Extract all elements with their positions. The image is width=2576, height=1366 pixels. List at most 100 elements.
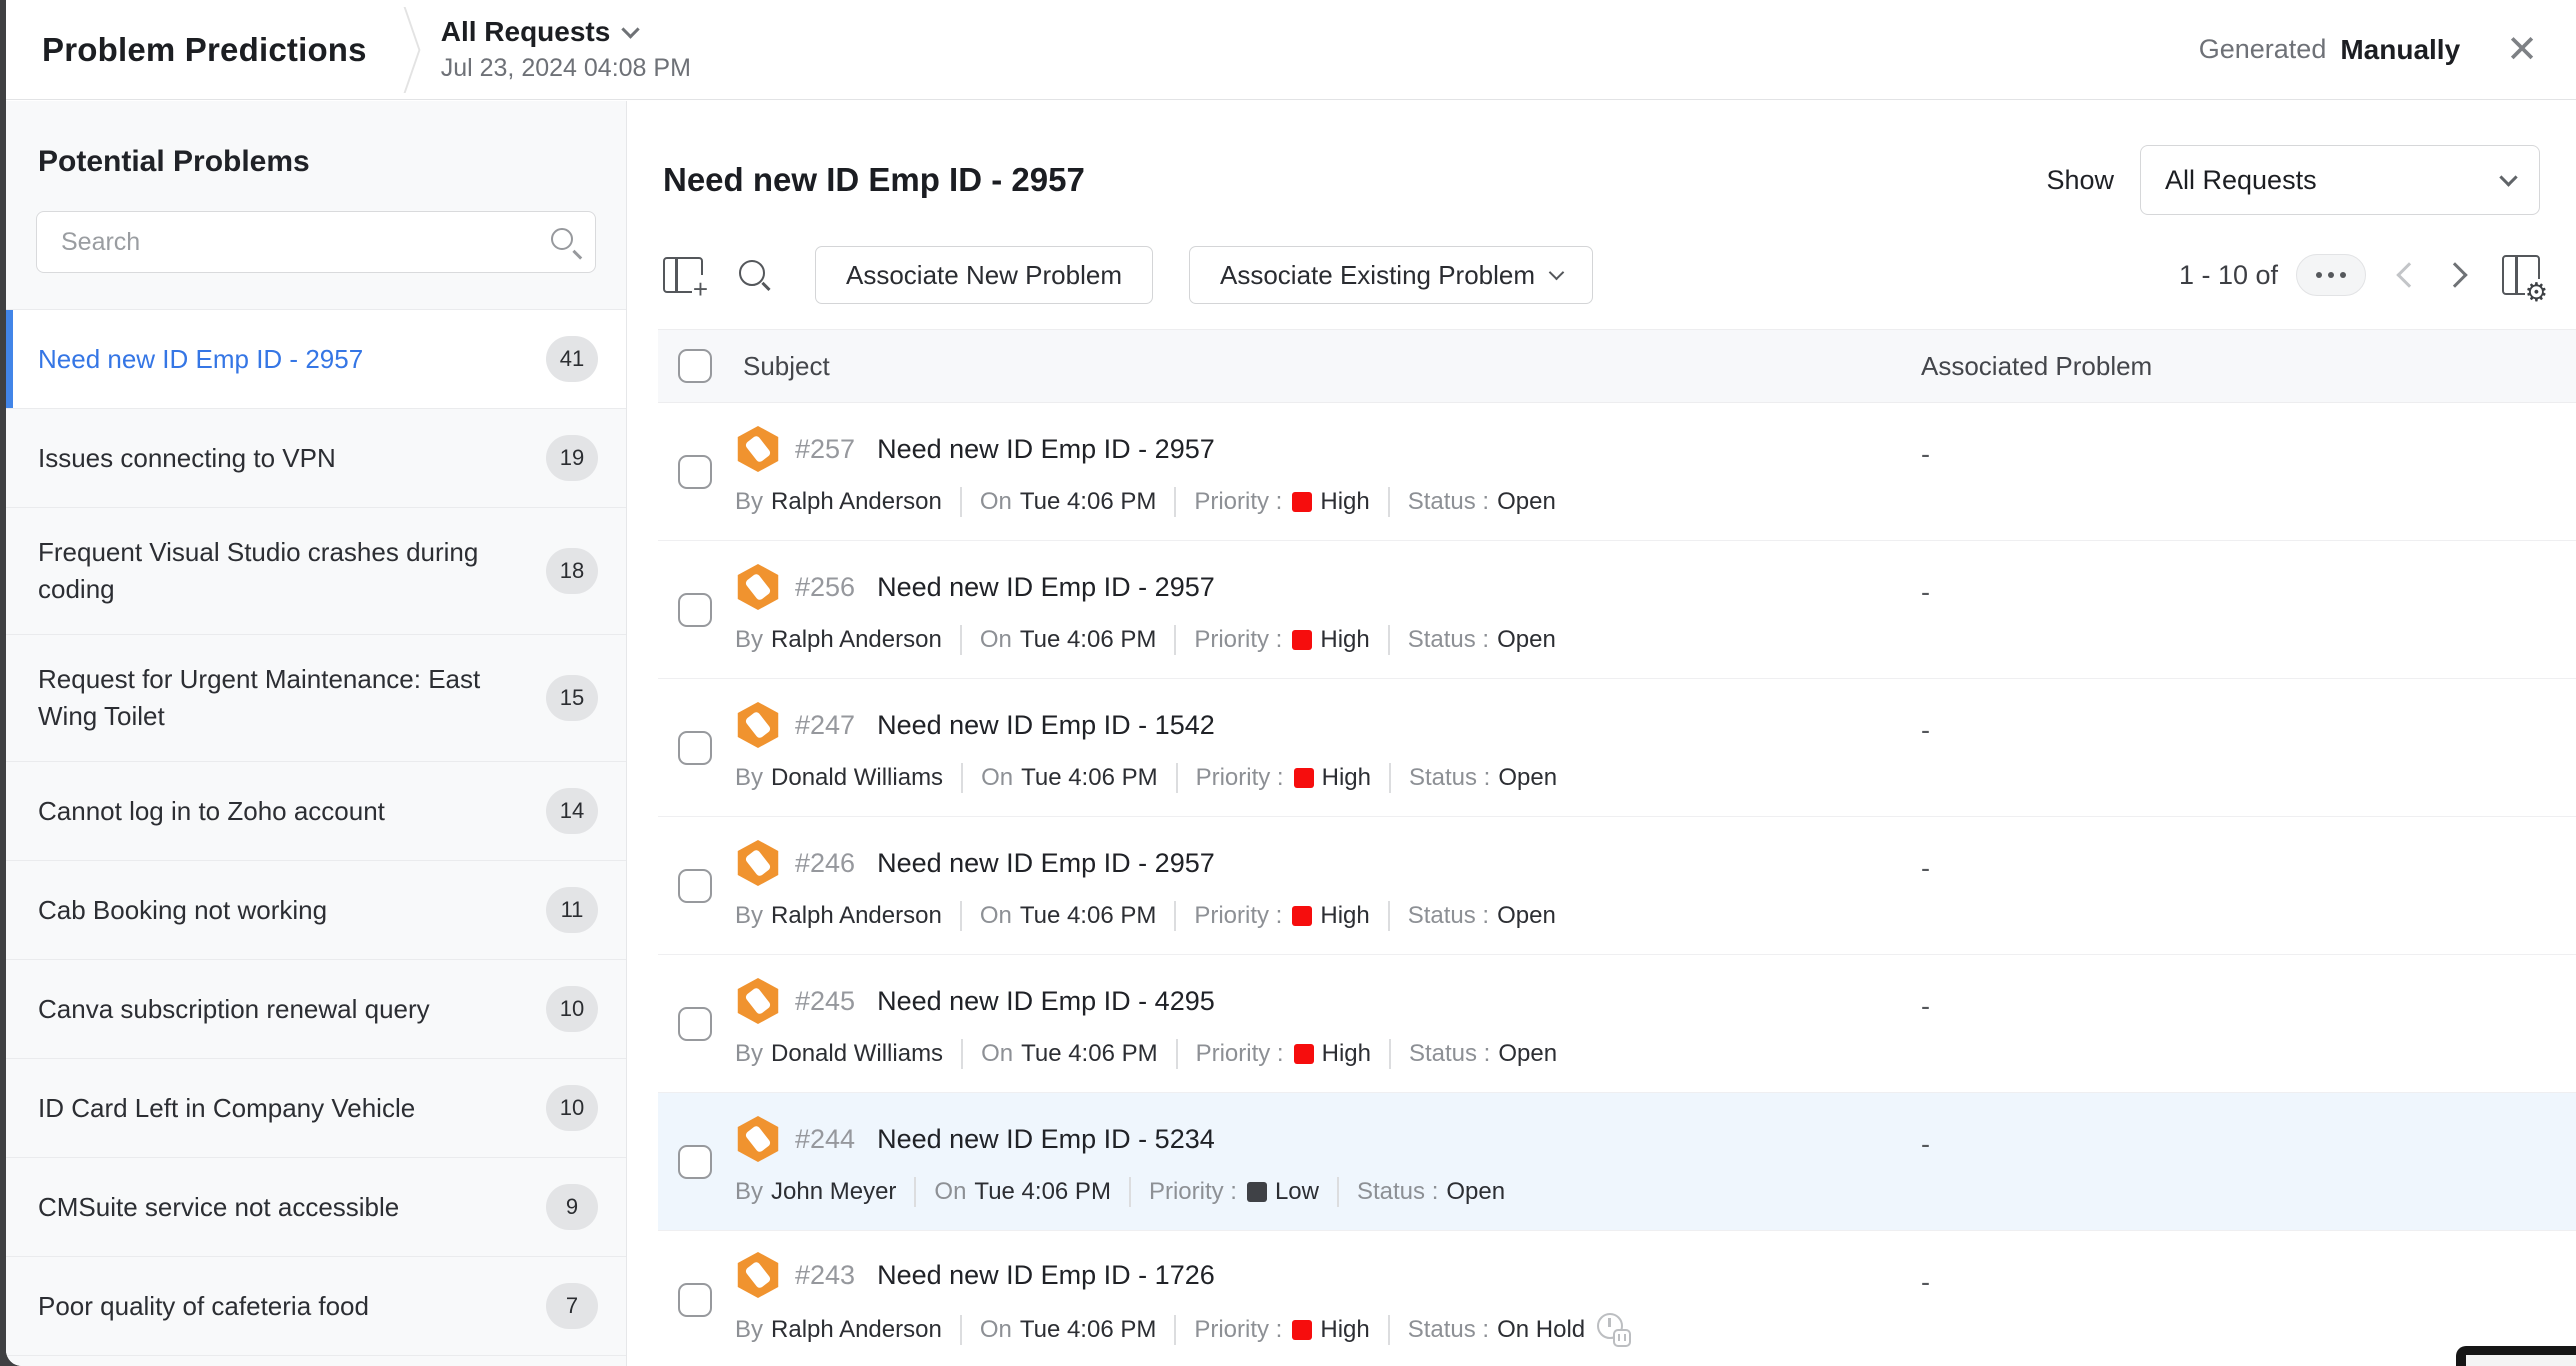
request-id: #243 — [795, 1260, 855, 1291]
table-row[interactable]: #257 Need new ID Emp ID - 2957 By Ralph … — [658, 403, 2576, 541]
sidebar-item-problem[interactable]: Frequent Visual Studio crashes during co… — [6, 508, 626, 635]
chevron-down-icon — [622, 20, 640, 38]
count-badge: 9 — [546, 1184, 598, 1230]
associated-problem-value: - — [1921, 439, 1930, 470]
request-subject[interactable]: Need new ID Emp ID - 2957 — [877, 434, 1215, 465]
divider — [960, 487, 962, 517]
table-row[interactable]: #243 Need new ID Emp ID - 1726 By Ralph … — [658, 1231, 2576, 1366]
priority-color-icon — [1292, 630, 1312, 650]
associated-problem-value: - — [1921, 1267, 1930, 1298]
screenshot-preview-thumbnail[interactable] — [2456, 1346, 2576, 1366]
status-value: Open — [1498, 1040, 1557, 1068]
requester-name: Donald Williams — [771, 764, 943, 792]
row-checkbox[interactable] — [678, 1283, 712, 1317]
problem-label: Cab Booking not working — [38, 892, 327, 929]
priority-value: Low — [1275, 1178, 1319, 1206]
status-value: Open — [1497, 488, 1556, 516]
associate-existing-problem-button[interactable]: Associate Existing Problem — [1189, 246, 1593, 304]
requester-name: Ralph Anderson — [771, 488, 942, 516]
sidebar-item-problem[interactable]: Could you share the password for the 5 — [6, 1356, 626, 1366]
priority-value: High — [1322, 764, 1371, 792]
sidebar-item-problem[interactable]: Canva subscription renewal query 10 — [6, 960, 626, 1059]
sidebar-item-problem[interactable]: Issues connecting to VPN 19 — [6, 409, 626, 508]
column-settings-icon[interactable] — [2502, 255, 2540, 295]
created-time: Tue 4:06 PM — [1021, 764, 1158, 792]
request-ticket-icon — [735, 702, 781, 748]
table-header: Subject Associated Problem — [658, 329, 2576, 403]
row-checkbox[interactable] — [678, 1007, 712, 1041]
divider — [961, 763, 963, 793]
table-row[interactable]: #246 Need new ID Emp ID - 2957 By Ralph … — [658, 817, 2576, 955]
close-icon[interactable]: ✕ — [2506, 31, 2538, 69]
problem-label: ID Card Left in Company Vehicle — [38, 1090, 415, 1127]
request-ticket-icon — [735, 1252, 781, 1298]
count-badge: 11 — [546, 887, 598, 933]
sidebar-item-problem[interactable]: Cannot log in to Zoho account 14 — [6, 762, 626, 861]
row-checkbox[interactable] — [678, 593, 712, 627]
divider — [1388, 625, 1390, 655]
status-label: Status : — [1408, 902, 1489, 930]
request-id: #256 — [795, 572, 855, 603]
associate-new-problem-button[interactable]: Associate New Problem — [815, 246, 1153, 304]
status-value: Open — [1498, 764, 1557, 792]
ellipsis-icon[interactable] — [2296, 254, 2366, 296]
on-label: On — [981, 764, 1013, 792]
search-icon — [551, 228, 573, 250]
sidebar-item-problem[interactable]: Poor quality of cafeteria food 7 — [6, 1257, 626, 1356]
on-label: On — [981, 1040, 1013, 1068]
requester-name: Ralph Anderson — [771, 1316, 942, 1344]
search-input[interactable] — [37, 228, 595, 257]
sidebar-title: Potential Problems — [38, 145, 626, 179]
add-view-icon[interactable] — [663, 257, 703, 293]
divider — [1174, 901, 1176, 931]
priority-color-icon — [1247, 1182, 1267, 1202]
priority-color-icon — [1292, 1320, 1312, 1340]
show-filter-dropdown[interactable]: All Requests — [2140, 145, 2540, 215]
sidebar-item-problem[interactable]: Request for Urgent Maintenance: East Win… — [6, 635, 626, 762]
status-value: Open — [1497, 626, 1556, 654]
table-row[interactable]: #247 Need new ID Emp ID - 1542 By Donald… — [658, 679, 2576, 817]
search-icon[interactable] — [739, 260, 769, 290]
sidebar-search — [36, 211, 596, 273]
request-subject[interactable]: Need new ID Emp ID - 5234 — [877, 1124, 1215, 1155]
status-value: Open — [1446, 1178, 1505, 1206]
chevron-left-icon[interactable] — [2396, 262, 2421, 287]
row-checkbox[interactable] — [678, 869, 712, 903]
pagination: 1 - 10 of — [2179, 254, 2540, 296]
sidebar-item-problem[interactable]: Cab Booking not working 11 — [6, 861, 626, 960]
requester-name: John Meyer — [771, 1178, 896, 1206]
sidebar-item-problem[interactable]: ID Card Left in Company Vehicle 10 — [6, 1059, 626, 1158]
scope-box: All Requests Jul 23, 2024 04:08 PM — [441, 16, 691, 83]
select-all-checkbox[interactable] — [678, 349, 712, 383]
table-row[interactable]: #245 Need new ID Emp ID - 4295 By Donald… — [658, 955, 2576, 1093]
on-label: On — [934, 1178, 966, 1206]
request-subject[interactable]: Need new ID Emp ID - 1542 — [877, 710, 1215, 741]
request-ticket-icon — [735, 426, 781, 472]
row-checkbox[interactable] — [678, 731, 712, 765]
associated-problem-value: - — [1921, 991, 1930, 1022]
sidebar-item-problem[interactable]: CMSuite service not accessible 9 — [6, 1158, 626, 1257]
request-id: #245 — [795, 986, 855, 1017]
scope-dropdown[interactable]: All Requests — [441, 16, 691, 48]
priority-label: Priority : — [1194, 488, 1282, 516]
table-row[interactable]: #256 Need new ID Emp ID - 2957 By Ralph … — [658, 541, 2576, 679]
priority-label: Priority : — [1196, 1040, 1284, 1068]
request-subject[interactable]: Need new ID Emp ID - 4295 — [877, 986, 1215, 1017]
row-checkbox[interactable] — [678, 455, 712, 489]
problem-predictions-panel: Problem Predictions All Requests Jul 23,… — [6, 0, 2576, 1366]
status-label: Status : — [1409, 764, 1490, 792]
problem-label: Need new ID Emp ID - 2957 — [38, 341, 363, 378]
list-toolbar: Associate New Problem Associate Existing… — [663, 245, 2540, 305]
created-time: Tue 4:06 PM — [1021, 1040, 1158, 1068]
priority-label: Priority : — [1194, 902, 1282, 930]
chevron-right-icon[interactable] — [2442, 262, 2467, 287]
request-subject[interactable]: Need new ID Emp ID - 2957 — [877, 572, 1215, 603]
request-subject[interactable]: Need new ID Emp ID - 1726 — [877, 1260, 1215, 1291]
priority-label: Priority : — [1194, 626, 1282, 654]
table-row[interactable]: #244 Need new ID Emp ID - 5234 By John M… — [658, 1093, 2576, 1231]
sidebar-item-problem[interactable]: Need new ID Emp ID - 2957 41 — [6, 310, 626, 409]
status-value: Open — [1497, 902, 1556, 930]
row-checkbox[interactable] — [678, 1145, 712, 1179]
table-body: #257 Need new ID Emp ID - 2957 By Ralph … — [658, 403, 2576, 1366]
request-subject[interactable]: Need new ID Emp ID - 2957 — [877, 848, 1215, 879]
